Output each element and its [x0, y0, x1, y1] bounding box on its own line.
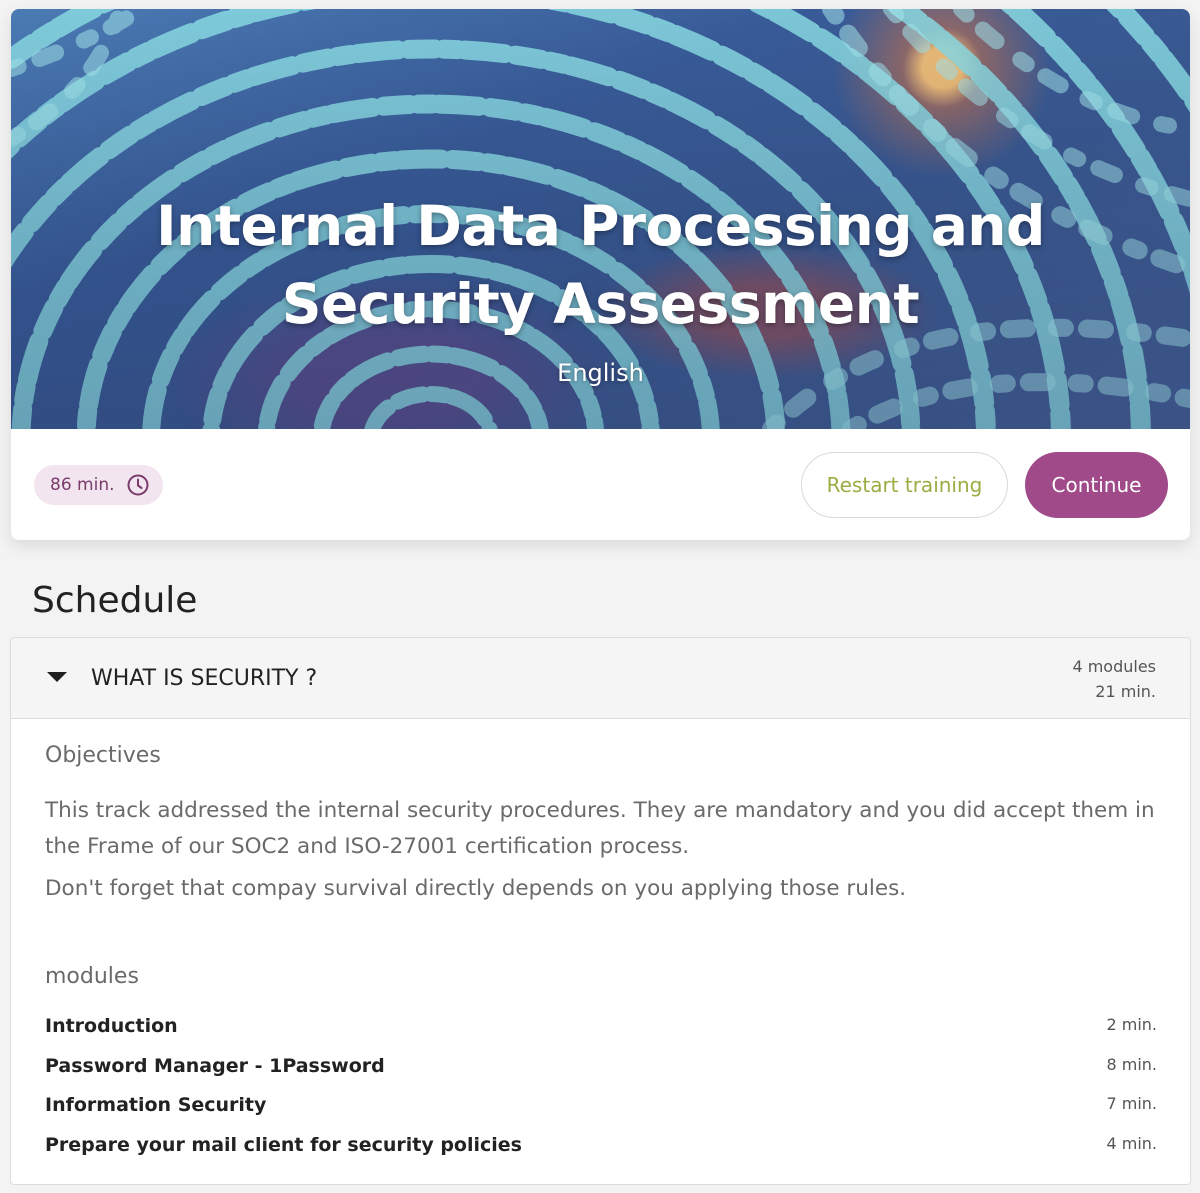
module-list: Introduction 2 min. Password Manager - 1… [45, 1009, 1157, 1168]
continue-button[interactable]: Continue [1025, 452, 1168, 518]
module-duration: 2 min. [1106, 1015, 1157, 1034]
module-duration: 7 min. [1106, 1094, 1157, 1114]
module-name[interactable]: Prepare your mail client for security po… [45, 1134, 522, 1156]
training-hero-card: Internal Data Processing and Security As… [11, 9, 1190, 540]
schedule-heading: Schedule [32, 580, 198, 621]
modules-label: modules [45, 964, 139, 989]
section-meta: 4 modules 21 min. [1072, 654, 1156, 704]
module-name[interactable]: Introduction [45, 1015, 178, 1037]
module-row[interactable]: Prepare your mail client for security po… [45, 1128, 1157, 1168]
objectives-paragraph: This track addressed the internal securi… [45, 798, 1155, 859]
section-title: WHAT IS SECURITY ? [91, 666, 318, 691]
schedule-section: WHAT IS SECURITY ? 4 modules 21 min. Obj… [10, 637, 1191, 1185]
duration-badge: 86 min. [34, 465, 163, 505]
section-header-toggle[interactable]: WHAT IS SECURITY ? 4 modules 21 min. [11, 638, 1190, 719]
section-duration: 21 min. [1095, 682, 1156, 701]
module-duration: 8 min. [1106, 1054, 1157, 1074]
objectives-label: Objectives [45, 743, 161, 768]
training-language: English [557, 359, 644, 387]
clock-icon [127, 474, 148, 496]
restart-training-button[interactable]: Restart training [801, 452, 1008, 518]
section-modules-count: 4 modules [1072, 657, 1156, 676]
fingerprint-banner-image: Internal Data Processing and Security As… [11, 9, 1190, 429]
module-name[interactable]: Information Security [45, 1094, 266, 1116]
training-title: Internal Data Processing and Security As… [156, 194, 1045, 336]
objectives-text: This track addressed the internal securi… [45, 793, 1175, 907]
module-name[interactable]: Password Manager - 1Password [45, 1055, 385, 1077]
caret-down-icon[interactable] [47, 672, 67, 682]
module-duration: 4 min. [1106, 1134, 1157, 1154]
module-row[interactable]: Password Manager - 1Password 8 min. [45, 1049, 1157, 1089]
duration-text: 86 min. [50, 475, 115, 495]
module-row[interactable]: Introduction 2 min. [45, 1009, 1157, 1049]
module-row[interactable]: Information Security 7 min. [45, 1088, 1157, 1128]
objectives-paragraph: Don't forget that compay survival direct… [45, 876, 907, 901]
